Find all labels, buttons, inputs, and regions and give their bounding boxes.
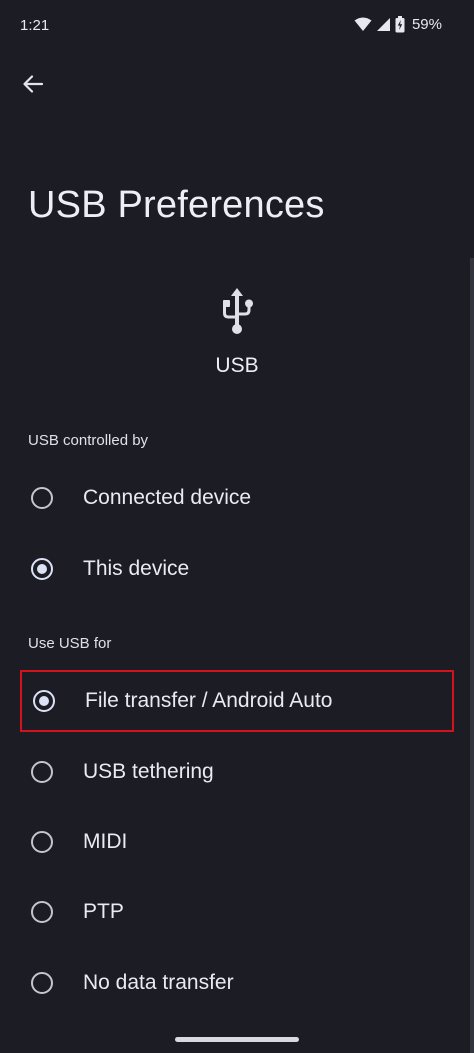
cell-signal-icon bbox=[376, 17, 391, 32]
radio-button[interactable] bbox=[31, 831, 53, 853]
status-icons: 59% bbox=[354, 16, 442, 33]
option-label: File transfer / Android Auto bbox=[85, 689, 333, 712]
option-midi[interactable]: MIDI bbox=[20, 811, 454, 873]
back-arrow-icon bbox=[23, 75, 43, 93]
screen: 1:21 59% USB Preferences USB USB control… bbox=[0, 0, 474, 1053]
radio-button[interactable] bbox=[31, 487, 53, 509]
usb-controlled-by-header: USB controlled by bbox=[28, 432, 149, 449]
battery-percentage: 59% bbox=[411, 16, 442, 33]
radio-button[interactable] bbox=[31, 761, 53, 783]
option-label: MIDI bbox=[83, 830, 128, 853]
page-title: USB Preferences bbox=[28, 184, 325, 226]
status-time: 1:21 bbox=[20, 17, 50, 34]
usb-icon bbox=[219, 288, 255, 343]
option-usb-tethering[interactable]: USB tethering bbox=[20, 741, 454, 803]
option-label: Connected device bbox=[83, 486, 252, 509]
wifi-icon bbox=[354, 17, 372, 32]
radio-button[interactable] bbox=[31, 901, 53, 923]
option-file-transfer[interactable]: File transfer / Android Auto bbox=[20, 670, 454, 732]
option-label: PTP bbox=[83, 900, 124, 923]
option-label: USB tethering bbox=[83, 760, 214, 783]
status-bar: 1:21 59% bbox=[0, 0, 474, 50]
battery-charging-icon bbox=[395, 16, 405, 33]
option-label: No data transfer bbox=[83, 971, 234, 994]
option-label: This device bbox=[83, 557, 190, 580]
option-connected-device[interactable]: Connected device bbox=[20, 467, 454, 529]
usb-title: USB bbox=[215, 354, 259, 377]
gesture-nav-handle[interactable] bbox=[175, 1037, 299, 1042]
use-usb-for-header: Use USB for bbox=[28, 635, 112, 652]
option-no-data-transfer[interactable]: No data transfer bbox=[20, 952, 454, 1014]
back-button[interactable] bbox=[14, 66, 52, 102]
radio-button[interactable] bbox=[31, 972, 53, 994]
option-this-device[interactable]: This device bbox=[20, 538, 454, 600]
radio-button-selected[interactable] bbox=[33, 690, 55, 712]
radio-button-selected[interactable] bbox=[31, 558, 53, 580]
option-ptp[interactable]: PTP bbox=[20, 881, 454, 943]
